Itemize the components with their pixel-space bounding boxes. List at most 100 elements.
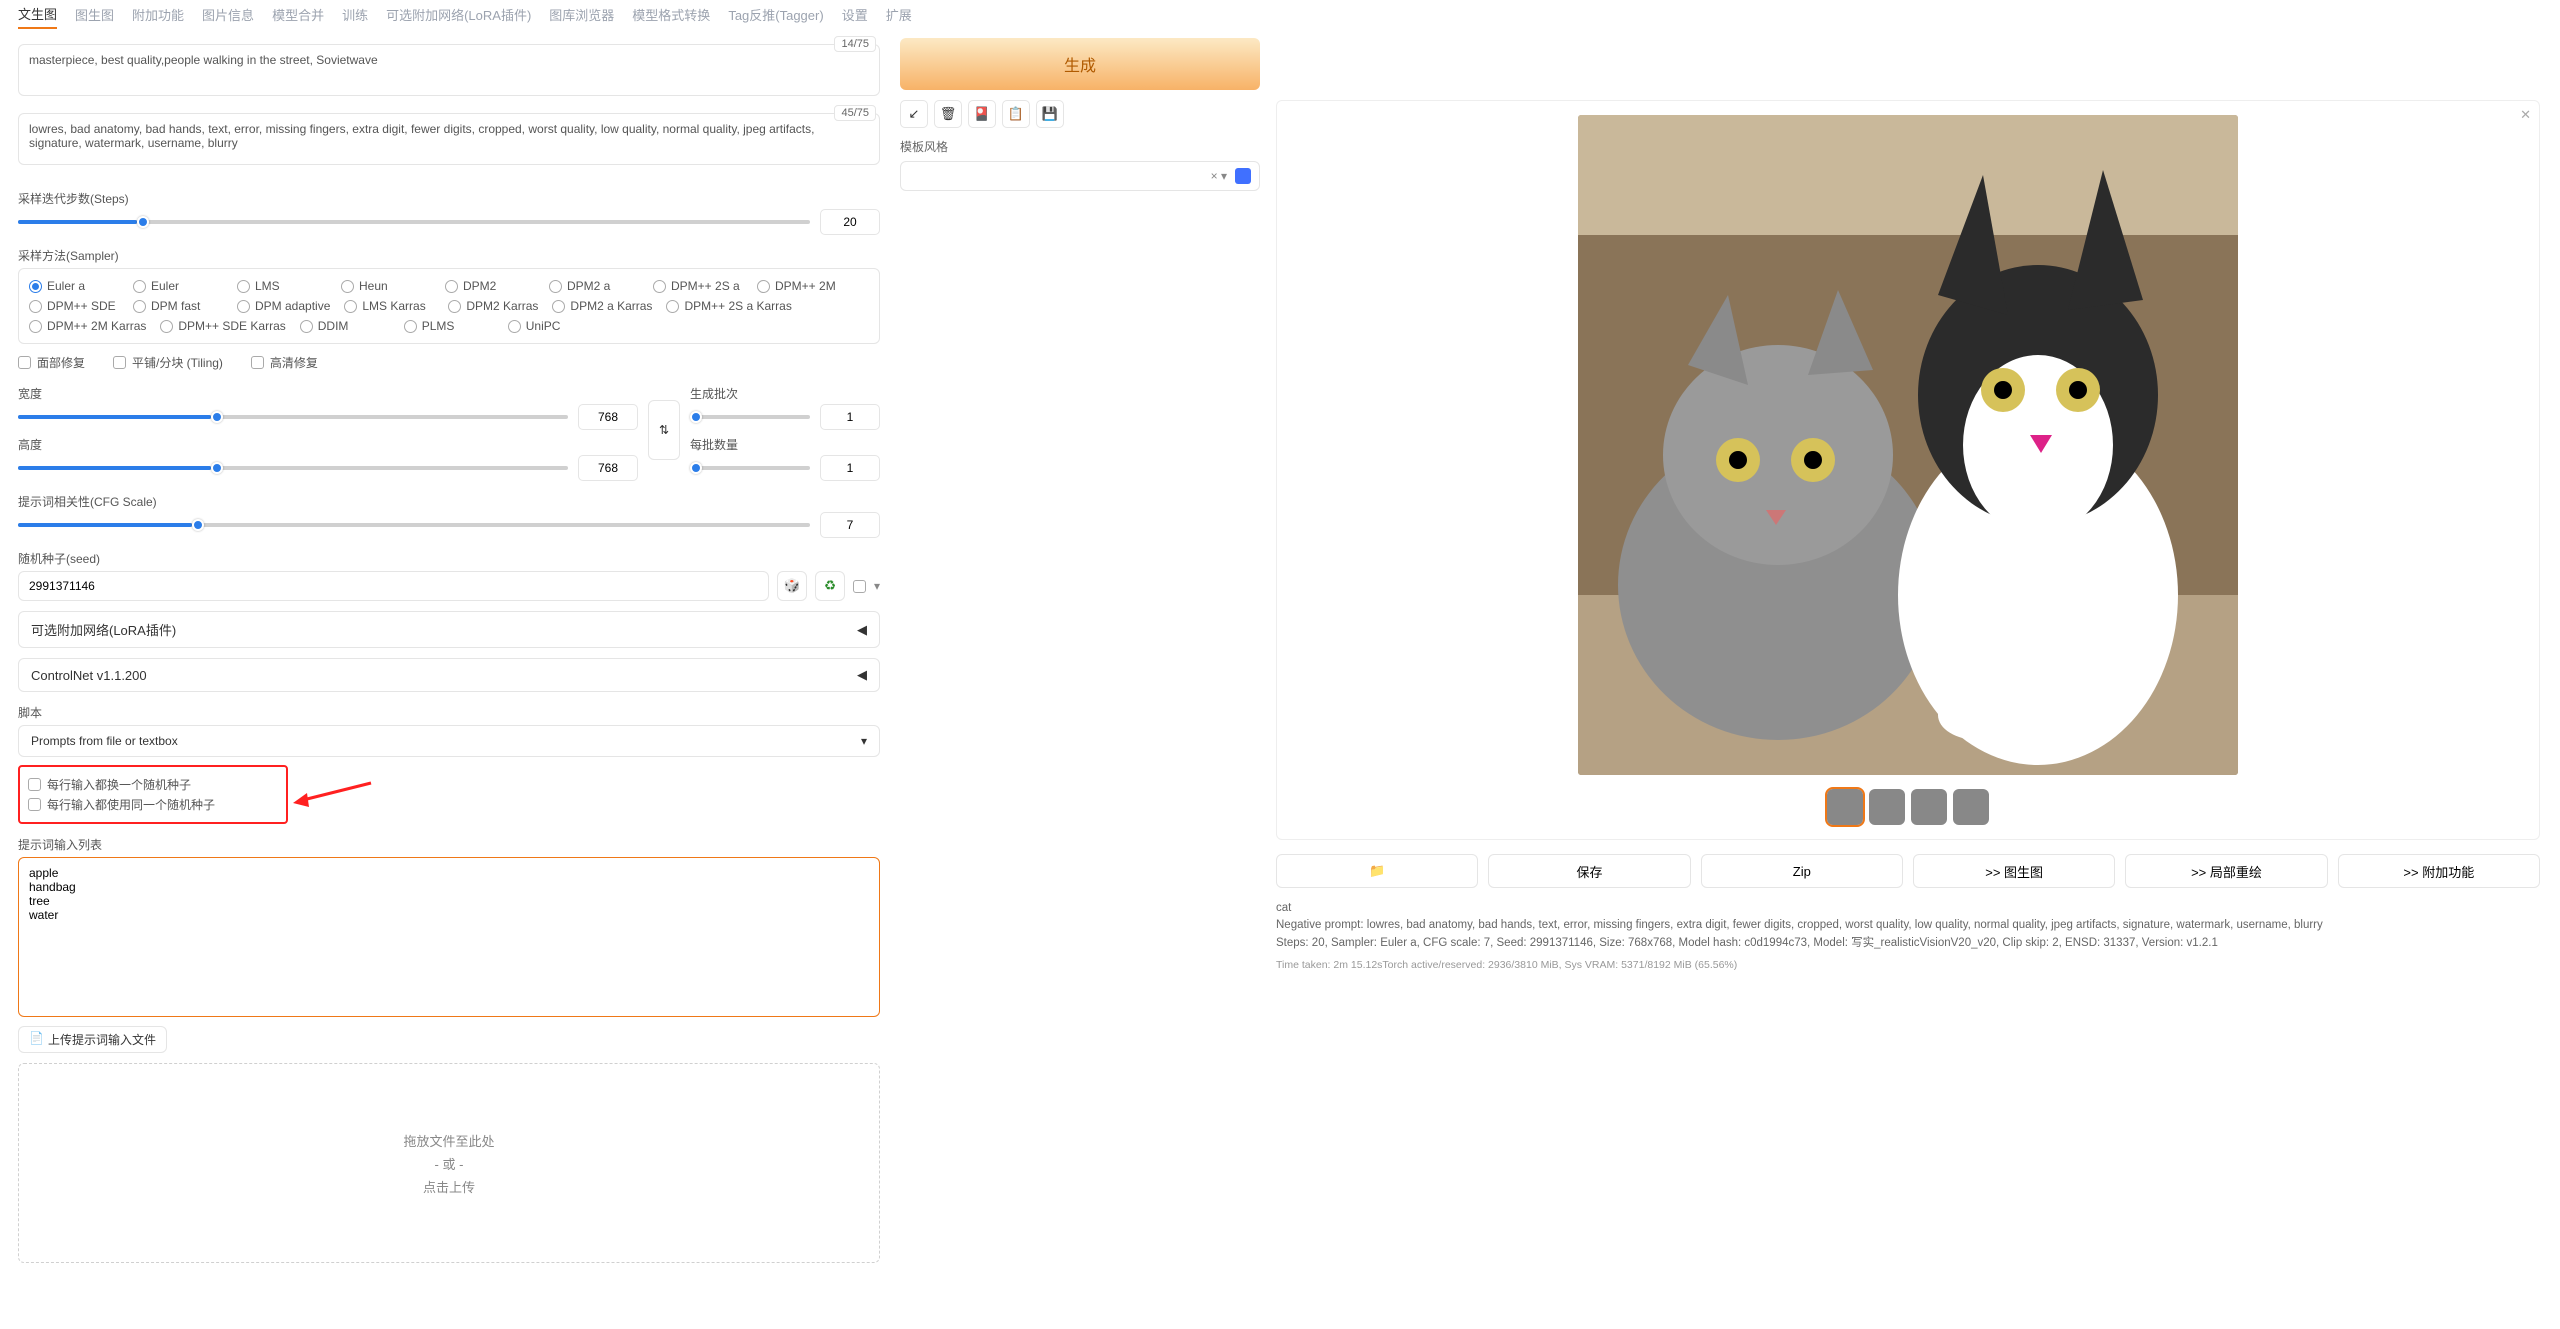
seed-input[interactable] bbox=[18, 571, 769, 601]
generate-button[interactable]: 生成 bbox=[900, 38, 1260, 90]
upload-prompts-button[interactable]: 📄上传提示词输入文件 bbox=[18, 1026, 167, 1053]
sampler-euler[interactable]: Euler bbox=[133, 279, 223, 293]
extra-seed-caret[interactable]: ▾ bbox=[874, 579, 880, 593]
iterate-seed-check[interactable]: 每行输入都换一个随机种子 bbox=[28, 776, 278, 793]
tab-pnginfo[interactable]: 图片信息 bbox=[202, 1, 254, 28]
refresh-styles-icon[interactable] bbox=[1235, 168, 1251, 184]
thumb-3[interactable] bbox=[1911, 789, 1947, 825]
style-select[interactable]: × ▾ bbox=[900, 161, 1260, 191]
height-value[interactable] bbox=[578, 455, 638, 481]
batch-size-value[interactable] bbox=[820, 455, 880, 481]
tab-settings[interactable]: 设置 bbox=[842, 1, 868, 28]
highlight-box: 每行输入都换一个随机种子 每行输入都使用同一个随机种子 bbox=[18, 765, 288, 824]
close-icon[interactable]: ✕ bbox=[2520, 107, 2531, 123]
sampler-dpm2[interactable]: DPM2 bbox=[445, 279, 535, 293]
sampler-ddim[interactable]: DDIM bbox=[300, 319, 390, 333]
send-inpaint-button[interactable]: >> 局部重绘 bbox=[2125, 854, 2327, 888]
sampler-dpm2-a-karras[interactable]: DPM2 a Karras bbox=[552, 299, 652, 313]
sampler-euler-a[interactable]: Euler a bbox=[29, 279, 119, 293]
batch-size-slider[interactable] bbox=[690, 459, 810, 477]
arrow-icon[interactable]: ↙ bbox=[900, 100, 928, 128]
tab-lora[interactable]: 可选附加网络(LoRA插件) bbox=[386, 1, 531, 28]
output-panel: ✕ bbox=[1276, 100, 2540, 840]
save-style-icon[interactable]: 💾 bbox=[1036, 100, 1064, 128]
output-thumbnails bbox=[1291, 789, 2525, 825]
tab-browser[interactable]: 图库浏览器 bbox=[549, 1, 614, 28]
script-label: 脚本 bbox=[18, 704, 880, 721]
file-drop-area[interactable]: 拖放文件至此处 - 或 - 点击上传 bbox=[18, 1063, 880, 1263]
same-seed-check[interactable]: 每行输入都使用同一个随机种子 bbox=[28, 796, 278, 813]
palette-icon[interactable]: 🎴 bbox=[968, 100, 996, 128]
reuse-seed-button[interactable]: ♻ bbox=[815, 571, 845, 601]
style-label: 模板风格 bbox=[900, 138, 1260, 155]
sampler-dpm-adaptive[interactable]: DPM adaptive bbox=[237, 299, 330, 313]
save-button[interactable]: 保存 bbox=[1488, 854, 1690, 888]
batch-count-slider[interactable] bbox=[690, 408, 810, 426]
sampler-lms[interactable]: LMS bbox=[237, 279, 327, 293]
tab-convert[interactable]: 模型格式转换 bbox=[632, 1, 710, 28]
zip-button[interactable]: Zip bbox=[1701, 854, 1903, 888]
open-folder-button[interactable]: 📁 bbox=[1276, 854, 1478, 888]
tab-tagger[interactable]: Tag反推(Tagger) bbox=[728, 1, 823, 28]
batch-count-value[interactable] bbox=[820, 404, 880, 430]
trash-icon[interactable]: 🗑 bbox=[934, 100, 962, 128]
sampler-dpm---sde-karras[interactable]: DPM++ SDE Karras bbox=[160, 319, 285, 333]
tab-extras[interactable]: 附加功能 bbox=[132, 1, 184, 28]
main-tabs: 文生图 图生图 附加功能 图片信息 模型合并 训练 可选附加网络(LoRA插件)… bbox=[18, 0, 1260, 28]
sampler-options: Euler aEulerLMSHeunDPM2DPM2 aDPM++ 2S aD… bbox=[18, 268, 880, 344]
lora-accordion[interactable]: 可选附加网络(LoRA插件)◀ bbox=[18, 611, 880, 648]
tab-img2img[interactable]: 图生图 bbox=[75, 1, 114, 28]
sampler-dpm---2m-karras[interactable]: DPM++ 2M Karras bbox=[29, 319, 146, 333]
thumb-1[interactable] bbox=[1827, 789, 1863, 825]
sampler-unipc[interactable]: UniPC bbox=[508, 319, 598, 333]
tab-train[interactable]: 训练 bbox=[342, 1, 368, 28]
thumb-2[interactable] bbox=[1869, 789, 1905, 825]
tab-merge[interactable]: 模型合并 bbox=[272, 1, 324, 28]
sampler-heun[interactable]: Heun bbox=[341, 279, 431, 293]
clipboard-icon[interactable]: 📋 bbox=[1002, 100, 1030, 128]
sampler-plms[interactable]: PLMS bbox=[404, 319, 494, 333]
send-img2img-button[interactable]: >> 图生图 bbox=[1913, 854, 2115, 888]
sampler-lms-karras[interactable]: LMS Karras bbox=[344, 299, 434, 313]
width-value[interactable] bbox=[578, 404, 638, 430]
swap-dims-button[interactable]: ⇅ bbox=[648, 400, 680, 460]
prompt-token-count: 14/75 bbox=[834, 36, 876, 52]
height-slider[interactable] bbox=[18, 459, 568, 477]
tab-extensions[interactable]: 扩展 bbox=[886, 1, 912, 28]
tiling-check[interactable]: 平铺/分块 (Tiling) bbox=[113, 354, 223, 371]
cfg-value[interactable] bbox=[820, 512, 880, 538]
extra-seed-check[interactable] bbox=[853, 580, 866, 593]
sampler-dpm---sde[interactable]: DPM++ SDE bbox=[29, 299, 119, 313]
prompt-list-input[interactable] bbox=[18, 857, 880, 1017]
sampler-dpm2-karras[interactable]: DPM2 Karras bbox=[448, 299, 538, 313]
sampler-dpm-fast[interactable]: DPM fast bbox=[133, 299, 223, 313]
controlnet-accordion[interactable]: ControlNet v1.1.200◀ bbox=[18, 658, 880, 692]
sampler-dpm---2s-a[interactable]: DPM++ 2S a bbox=[653, 279, 743, 293]
batch-size-label: 每批数量 bbox=[690, 436, 880, 453]
steps-value[interactable] bbox=[820, 209, 880, 235]
width-slider[interactable] bbox=[18, 408, 568, 426]
batch-count-label: 生成批次 bbox=[690, 385, 880, 402]
random-seed-button[interactable]: 🎲 bbox=[777, 571, 807, 601]
output-image[interactable] bbox=[1578, 115, 2238, 775]
steps-label: 采样迭代步数(Steps) bbox=[18, 190, 880, 207]
generation-info: cat Negative prompt: lowres, bad anatomy… bbox=[1276, 900, 2540, 974]
negative-prompt-input[interactable] bbox=[18, 113, 880, 165]
send-extras-button[interactable]: >> 附加功能 bbox=[2338, 854, 2540, 888]
height-label: 高度 bbox=[18, 436, 638, 453]
sampler-dpm---2m[interactable]: DPM++ 2M bbox=[757, 279, 847, 293]
steps-slider[interactable] bbox=[18, 213, 810, 231]
sampler-label: 采样方法(Sampler) bbox=[18, 247, 880, 264]
sampler-dpm2-a[interactable]: DPM2 a bbox=[549, 279, 639, 293]
face-restore-check[interactable]: 面部修复 bbox=[18, 354, 85, 371]
sampler-dpm---2s-a-karras[interactable]: DPM++ 2S a Karras bbox=[666, 299, 791, 313]
prompt-input[interactable] bbox=[18, 44, 880, 96]
cfg-slider[interactable] bbox=[18, 516, 810, 534]
annotation-arrow bbox=[291, 777, 376, 807]
thumb-4[interactable] bbox=[1953, 789, 1989, 825]
neg-token-count: 45/75 bbox=[834, 105, 876, 121]
hires-check[interactable]: 高清修复 bbox=[251, 354, 318, 371]
script-select[interactable]: Prompts from file or textbox▾ bbox=[18, 725, 880, 757]
tab-txt2img[interactable]: 文生图 bbox=[18, 0, 57, 29]
width-label: 宽度 bbox=[18, 385, 638, 402]
